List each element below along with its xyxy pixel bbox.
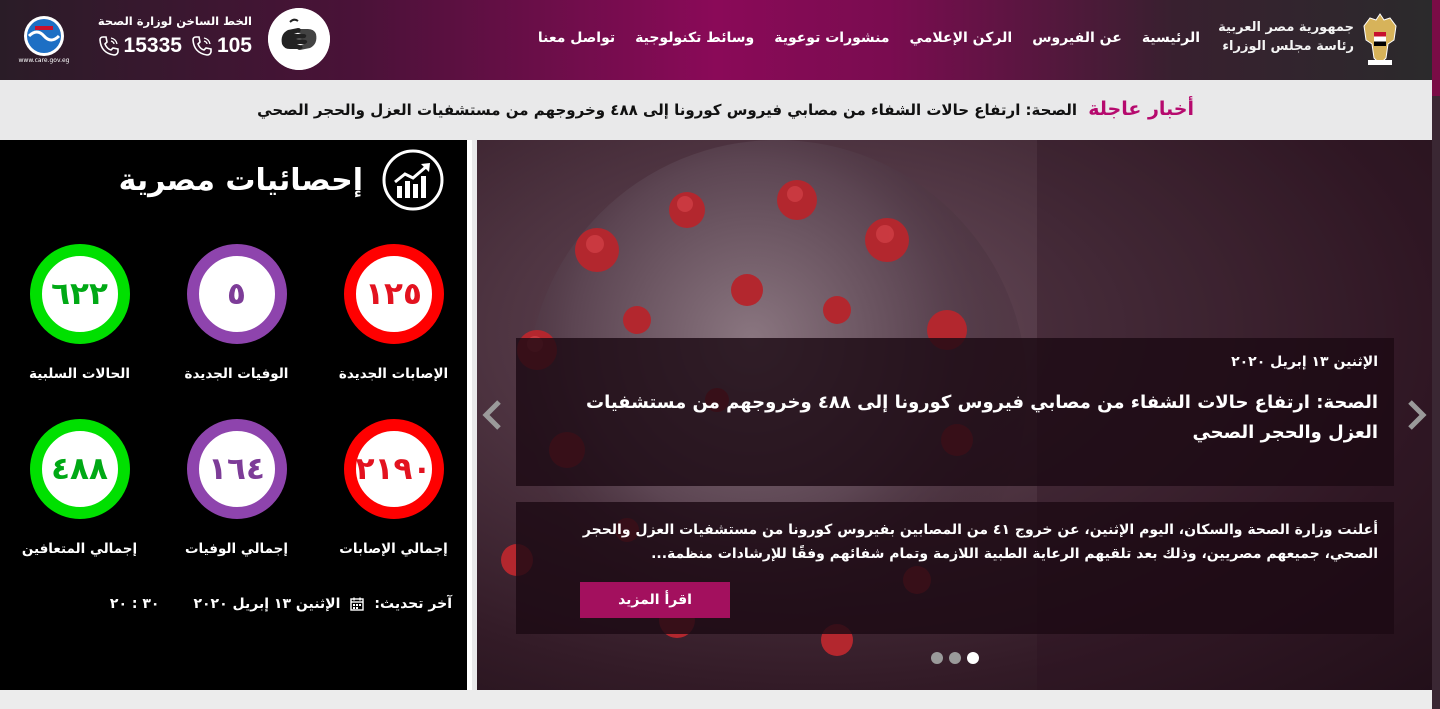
slide-title[interactable]: الصحة: ارتفاع حالات الشفاء من مصابي فيرو… [532, 388, 1378, 448]
slider-dot[interactable] [931, 652, 943, 664]
stat-label: إجمالي المتعافين [21, 541, 138, 557]
gov-line-1: جمهورية مصر العربية [1218, 20, 1354, 35]
breaking-news-label: أخبار عاجلة [1088, 98, 1194, 120]
slide-date: الإثنين ١٣ إبريل ٢٠٢٠ [1231, 354, 1378, 370]
last-updated: آخر تحديث: الإثنين ١٣ إبريل ٢٠٢٠ ٣٠ : ٢٠ [110, 596, 452, 612]
nav-contact-us[interactable]: تواصل معنا [538, 30, 615, 46]
last-updated-label: آخر تحديث: [374, 596, 452, 612]
stat-ring: ٢١٩٠ [343, 419, 444, 519]
stat-ring: ٤٨٨ [29, 419, 130, 519]
main-nav: الرئيسية عن الفيروس الركن الإعلامي منشور… [538, 30, 1200, 46]
stat-label: الحالات السلبية [29, 366, 130, 382]
slider-dot[interactable] [949, 652, 961, 664]
nav-awareness-posts[interactable]: منشورات توعوية [774, 30, 889, 46]
stat-total-deaths: ١٦٤ إجمالي الوفيات [158, 419, 315, 594]
stat-new-cases: ١٢٥ الإصابات الجديدة [315, 244, 472, 419]
stat-label: إجمالي الوفيات [184, 541, 289, 557]
slide-summary-text: أعلنت وزارة الصحة والسكان، اليوم الإثنين… [582, 522, 1378, 562]
stat-ring: ٥ [186, 244, 287, 344]
stat-total-recovered: ٤٨٨ إجمالي المتعافين [1, 419, 158, 594]
stats-title: إحصائيات مصرية [118, 162, 363, 198]
care-logo-icon[interactable]: www.care.gov.eg [15, 14, 73, 64]
phone-icon [98, 36, 119, 56]
hotline-title: الخط الساخن لوزارة الصحة [97, 14, 252, 28]
news-slider[interactable]: الإثنين ١٣ إبريل ٢٠٢٠ الصحة: ارتفاع حالا… [477, 140, 1432, 690]
government-title[interactable]: جمهورية مصر العربية رئاسة مجلس الوزراء [1204, 18, 1354, 56]
chart-growth-icon [382, 149, 444, 211]
breaking-news-bar: أخبار عاجلة الصحة: ارتفاع حالات الشفاء م… [0, 80, 1432, 140]
page-bottom-strip [0, 690, 1432, 709]
read-more-button[interactable]: اقرأ المزيد [580, 582, 730, 618]
last-updated-date: الإثنين ١٣ إبريل ٢٠٢٠ [193, 596, 341, 612]
care-url: www.care.gov.eg [19, 57, 70, 64]
site-header: جمهورية مصر العربية رئاسة مجلس الوزراء ا… [0, 0, 1432, 80]
stat-new-deaths: ٥ الوفيات الجديدة [158, 244, 315, 419]
nav-about-virus[interactable]: عن الفيروس [1032, 30, 1122, 46]
breaking-news-text: الصحة: ارتفاع حالات الشفاء من مصابي فيرو… [257, 101, 1078, 119]
nav-media-corner[interactable]: الركن الإعلامي [910, 30, 1013, 46]
stat-total-cases: ٢١٩٠ إجمالي الإصابات [315, 419, 472, 594]
slider-next-arrow-icon[interactable] [1406, 398, 1428, 432]
stats-grid: ١٢٥ الإصابات الجديدة ٥ الوفيات الجديدة ٦… [0, 244, 472, 594]
nav-tech-media[interactable]: وسائط تكنولوجية [635, 30, 754, 46]
nav-home[interactable]: الرئيسية [1142, 30, 1200, 46]
page-scrollbar[interactable] [1432, 0, 1440, 709]
hotline-number-1: 105 [216, 34, 252, 57]
slider-dot[interactable] [967, 652, 979, 664]
stat-ring: ٦٢٢ [29, 244, 130, 344]
hotline-15335[interactable]: 15335 [97, 34, 182, 58]
stat-label: إجمالي الإصابات [339, 541, 448, 557]
stat-label: الإصابات الجديدة [338, 366, 449, 382]
hotline-number-2: 15335 [123, 34, 182, 57]
phone-icon [192, 36, 212, 56]
last-updated-time: ٣٠ : ٢٠ [109, 596, 160, 612]
stat-ring: ١٢٥ [343, 244, 444, 344]
stat-label: الوفيات الجديدة [184, 366, 289, 382]
sign-language-icon[interactable] [268, 8, 330, 70]
egypt-eagle-emblem-icon[interactable] [1360, 10, 1400, 68]
scrollbar-thumb[interactable] [1432, 0, 1440, 96]
stat-ring: ١٦٤ [186, 419, 287, 519]
gov-line-2: رئاسة مجلس الوزراء [1222, 39, 1354, 54]
calendar-icon [350, 597, 365, 611]
slide-caption: الإثنين ١٣ إبريل ٢٠٢٠ الصحة: ارتفاع حالا… [516, 338, 1394, 486]
breaking-news-ticker[interactable]: أخبار عاجلة الصحة: ارتفاع حالات الشفاء م… [257, 98, 1194, 120]
hotline-105[interactable]: 105 [190, 34, 252, 58]
egypt-stats-panel: إحصائيات مصرية ١٢٥ الإصابات الجديدة ٥ ال… [0, 140, 472, 690]
hotline-block: الخط الساخن لوزارة الصحة 15335 105 [80, 14, 252, 58]
stat-negative-cases: ٦٢٢ الحالات السلبية [1, 244, 158, 419]
slider-prev-arrow-icon[interactable] [481, 398, 503, 432]
slider-dots [931, 652, 979, 664]
